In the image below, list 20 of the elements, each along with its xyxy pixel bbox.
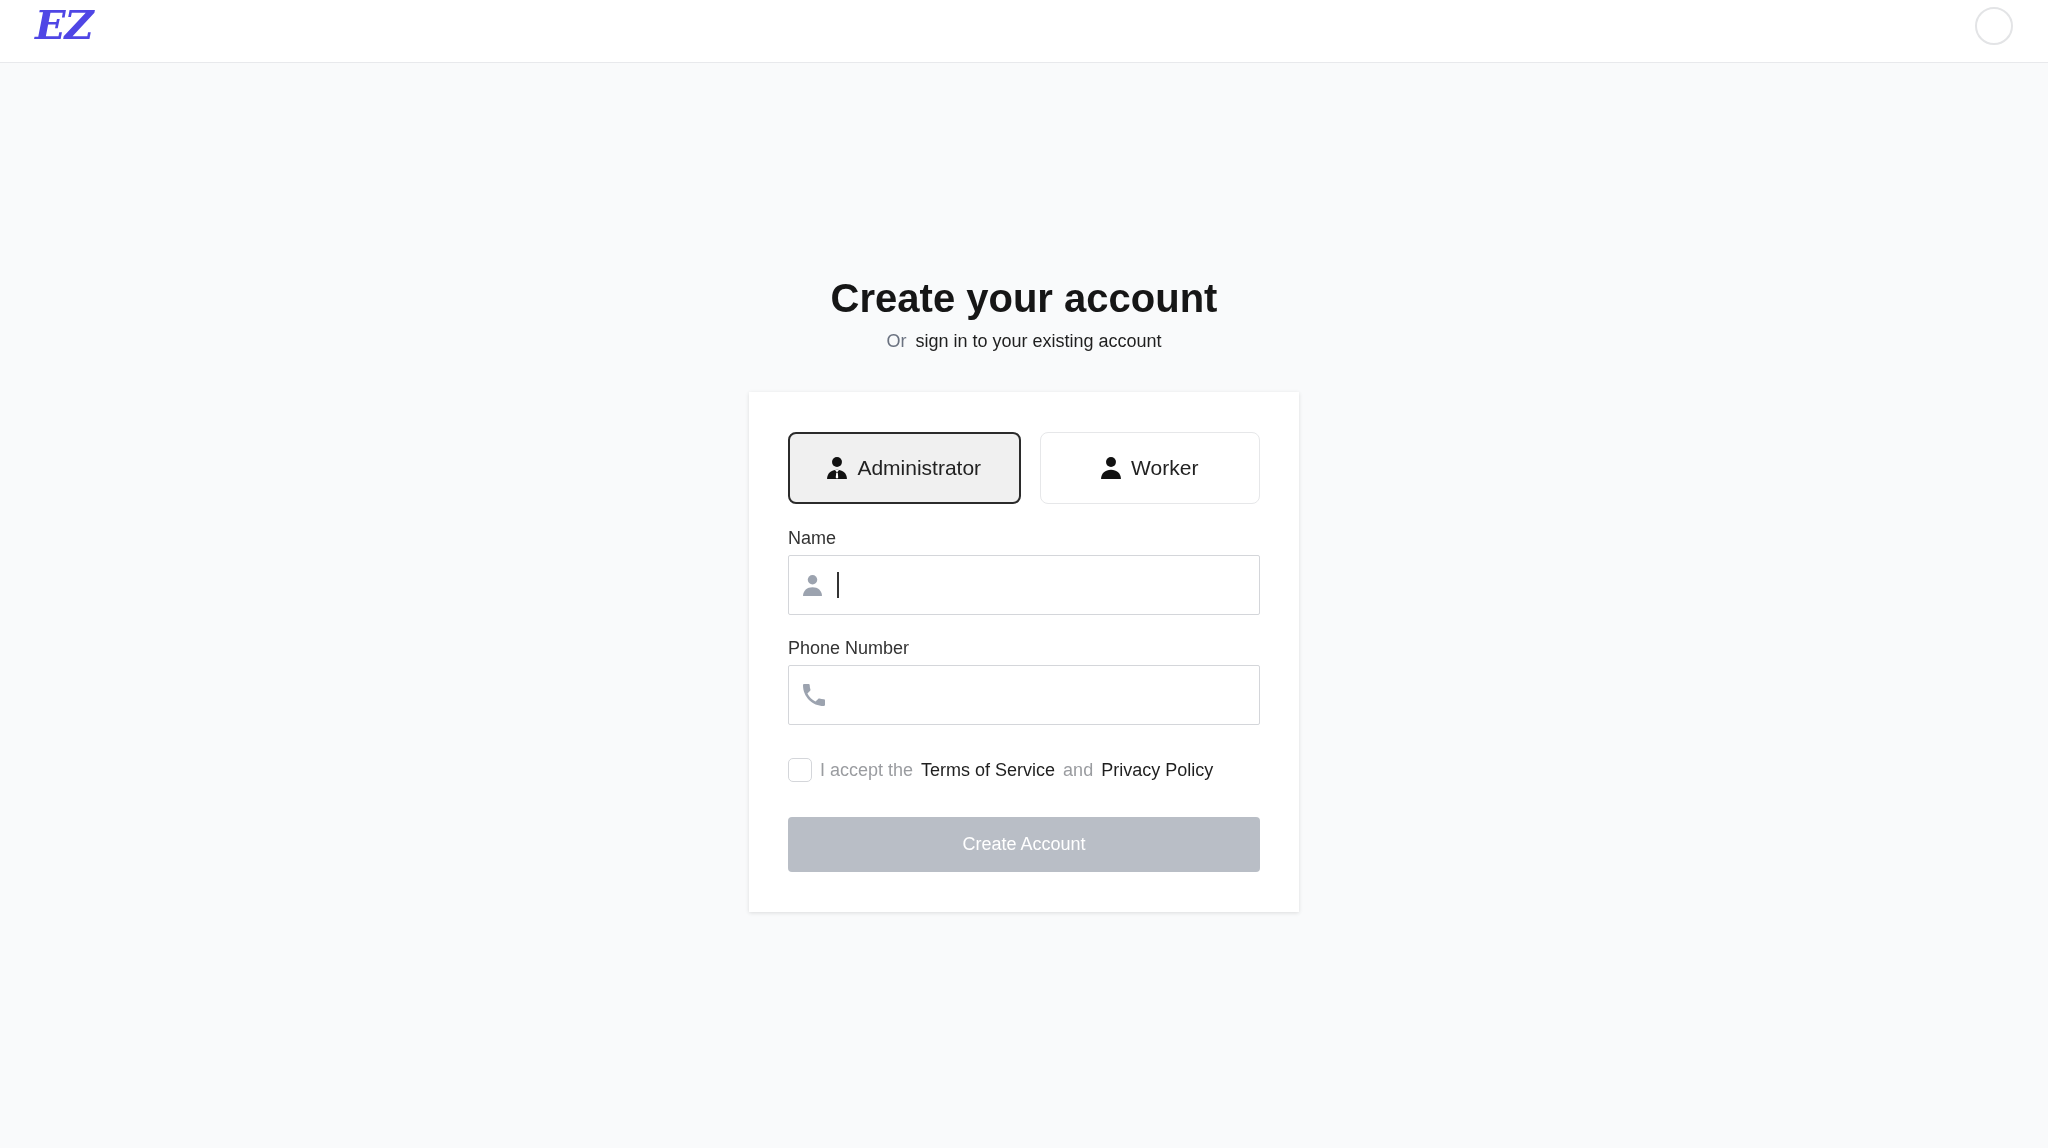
phone-field[interactable] [788, 665, 1260, 725]
phone-icon [803, 684, 825, 706]
role-option[interactable]: Administrator [788, 432, 1021, 504]
logo[interactable]: EZ [35, 2, 93, 48]
consent-text: I accept the [820, 759, 914, 782]
terms-checkbox[interactable] [788, 758, 812, 782]
field-label: Phone Number [788, 637, 911, 660]
legal-link[interactable]: Privacy Policy [1101, 758, 1214, 782]
person-icon [803, 574, 822, 596]
name-field[interactable] [788, 555, 1260, 615]
administrator-icon [827, 457, 848, 479]
person-icon [1101, 457, 1122, 479]
legal-link[interactable]: Terms of Service [921, 758, 1056, 782]
subtitle-text: Or [886, 330, 907, 353]
consent-text: and [1063, 759, 1094, 782]
role-option[interactable]: Worker [1039, 432, 1260, 504]
avatar-icon[interactable] [1975, 7, 2013, 45]
page-heading: Create your account [830, 275, 1218, 322]
sign-in-link[interactable]: sign in to your existing account [915, 329, 1162, 353]
field-label: Name [788, 527, 837, 550]
